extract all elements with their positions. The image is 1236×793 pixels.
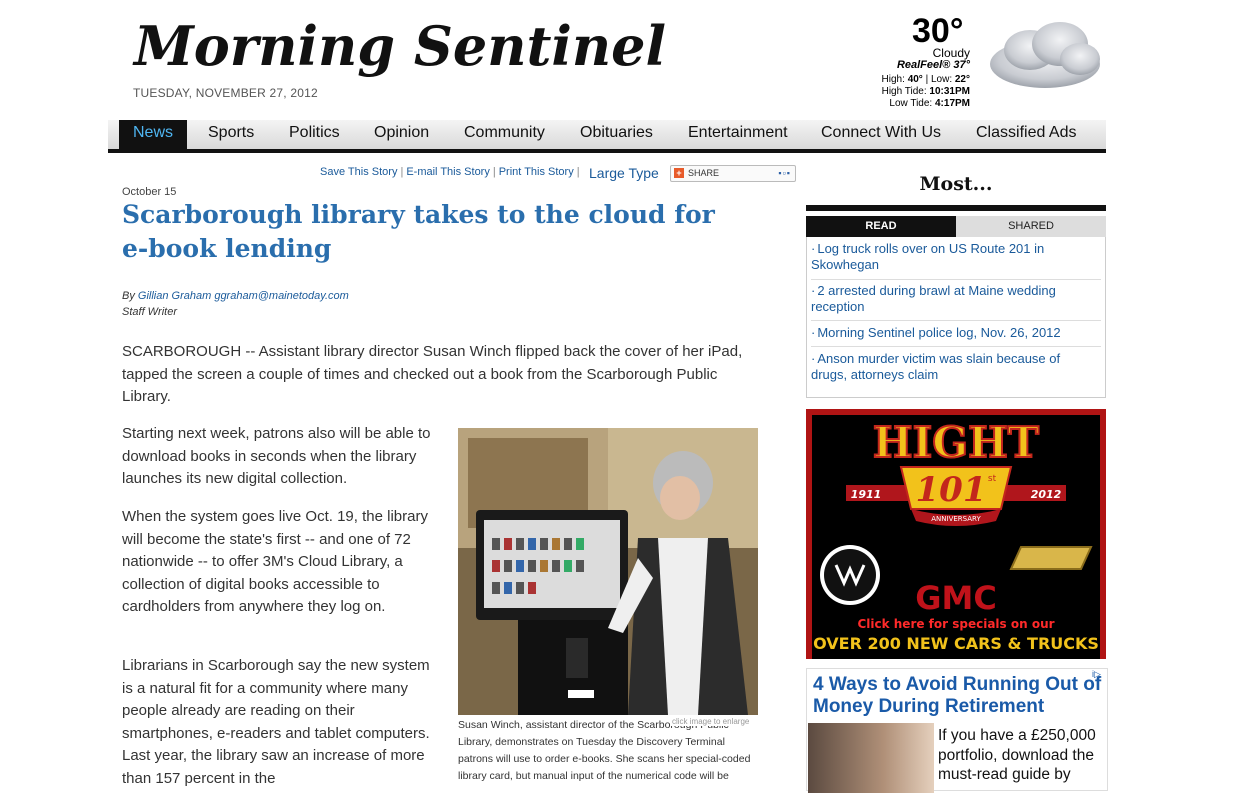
- weather-low-tide: Low Tide: 4:17PM: [830, 98, 970, 109]
- bullet-icon: ·: [811, 241, 816, 256]
- plus-icon: +: [674, 168, 684, 178]
- nav-item-community[interactable]: Community: [464, 120, 545, 149]
- most-list-item[interactable]: · Morning Sentinel police log, Nov. 26, 2…: [811, 325, 1091, 341]
- most-divider: [806, 205, 1106, 211]
- social-icons: ▪▫▪: [778, 168, 791, 178]
- nav-item-connect[interactable]: Connect With Us: [821, 120, 941, 149]
- high-label: High:: [881, 74, 905, 85]
- cloud-icon: [985, 14, 1105, 96]
- weather-high-tide: High Tide: 10:31PM: [830, 86, 970, 97]
- weather-condition: Cloudy: [932, 46, 970, 60]
- article-paragraph: Starting next week, patrons also will be…: [122, 425, 431, 487]
- nav-item-obituaries[interactable]: Obituaries: [580, 120, 653, 149]
- divider: [811, 279, 1101, 280]
- main-nav: News Sports Politics Opinion Community O…: [108, 120, 1106, 153]
- most-item-link[interactable]: Morning Sentinel police log, Nov. 26, 20…: [817, 325, 1060, 340]
- high-value: 40°: [907, 74, 923, 85]
- ad-number-suffix: st: [988, 474, 997, 484]
- ad-year-right: 2012: [1031, 488, 1062, 501]
- ad-anniversary: ANNIVERSARY: [931, 515, 981, 523]
- realfeel-value: 37°: [953, 59, 970, 71]
- article-paragraph: When the system goes live Oct. 19, the l…: [122, 508, 428, 615]
- masthead-date: TUESDAY, NOVEMBER 27, 2012: [133, 86, 318, 100]
- large-type-link[interactable]: Large Type: [589, 165, 659, 181]
- nav-item-opinion[interactable]: Opinion: [374, 120, 429, 149]
- article-headline: Scarborough library takes to the cloud f…: [122, 200, 715, 263]
- photo-caption: Susan Winch, assistant director of the S…: [458, 719, 751, 782]
- high-tide-value: 10:31PM: [929, 86, 970, 97]
- most-list-item[interactable]: · Anson murder victim was slain because o…: [811, 351, 1091, 383]
- share-button[interactable]: + SHARE ▪▫▪: [670, 165, 796, 182]
- realfeel-label: RealFeel®: [896, 59, 951, 71]
- author-title: Staff Writer: [122, 306, 178, 318]
- most-item-link[interactable]: 2 arrested during brawl at Maine wedding…: [811, 283, 1056, 314]
- ad-gmc: GMC: [915, 579, 997, 617]
- share-label: SHARE: [688, 168, 720, 178]
- article-paragraph: Librarians in Scarborough say the new sy…: [122, 657, 430, 787]
- save-story-link[interactable]: Save This Story: [320, 166, 397, 178]
- ad-number: 101: [916, 470, 987, 510]
- nav-item-politics[interactable]: Politics: [289, 120, 340, 149]
- ad-brand: HIGHT: [873, 418, 1039, 467]
- most-title: Most...: [919, 173, 993, 195]
- low-label: Low:: [930, 74, 953, 85]
- low-value: 22°: [954, 74, 970, 85]
- ad2-text[interactable]: If you have a £250,000 portfolio, downlo…: [938, 726, 1104, 785]
- byline-by: By: [122, 290, 135, 302]
- byline: By Gillian Graham ggraham@mainetoday.com…: [122, 288, 349, 320]
- weather-realfeel: RealFeel® 37°: [880, 59, 970, 71]
- low-tide-value: 4:17PM: [934, 98, 970, 109]
- ad-year-left: 1911: [851, 488, 882, 501]
- tab-read[interactable]: READ: [806, 216, 956, 237]
- article-paragraph: SCARBOROUGH -- Assistant library directo…: [122, 343, 743, 405]
- bullet-icon: ·: [811, 325, 816, 340]
- most-item-link[interactable]: Log truck rolls over on US Route 201 in …: [811, 241, 1044, 272]
- dealer-ad[interactable]: HIGHT 1911 2012 101 st ANNIVERSARY GMC C…: [806, 409, 1106, 659]
- ad-cta: Click here for specials on our: [857, 617, 1054, 631]
- ad-choices-icon[interactable]: i▷: [1092, 669, 1101, 680]
- article-photo[interactable]: [458, 428, 758, 715]
- nav-item-entertainment[interactable]: Entertainment: [688, 120, 788, 149]
- most-item-link[interactable]: Anson murder victim was slain because of…: [811, 351, 1060, 382]
- nav-item-news[interactable]: News: [119, 120, 188, 149]
- divider: [811, 320, 1101, 321]
- ad-offer: OVER 200 NEW CARS & TRUCKS: [813, 634, 1099, 653]
- nav-item-sports[interactable]: Sports: [208, 120, 254, 149]
- ad2-title[interactable]: 4 Ways to Avoid Running Out of Money Dur…: [813, 674, 1105, 718]
- story-tools: Save This Story | E-mail This Story | Print …: [320, 166, 580, 178]
- author-link[interactable]: Gillian Graham ggraham@mainetoday.com: [138, 290, 349, 302]
- article-date: October 15: [122, 186, 177, 198]
- most-list-item[interactable]: · Log truck rolls over on US Route 201 in…: [811, 241, 1091, 273]
- most-list-item[interactable]: · 2 arrested during brawl at Maine weddin…: [811, 283, 1091, 315]
- high-tide-label: High Tide:: [881, 86, 927, 97]
- divider: [811, 346, 1101, 347]
- email-story-link[interactable]: E-mail This Story: [406, 166, 490, 178]
- bullet-icon: ·: [811, 283, 816, 298]
- nav-item-classifieds[interactable]: Classified Ads: [976, 120, 1077, 149]
- ad2-image[interactable]: [808, 723, 934, 793]
- print-story-link[interactable]: Print This Story: [499, 166, 574, 178]
- low-tide-label: Low Tide:: [889, 98, 933, 109]
- masthead-logo[interactable]: Morning Sentinel: [134, 14, 666, 78]
- tab-shared[interactable]: SHARED: [956, 216, 1106, 237]
- weather-high-low: High: 40° | Low: 22°: [881, 74, 970, 85]
- bullet-icon: ·: [811, 351, 816, 366]
- enlarge-hint[interactable]: click image to enlarge: [670, 717, 752, 726]
